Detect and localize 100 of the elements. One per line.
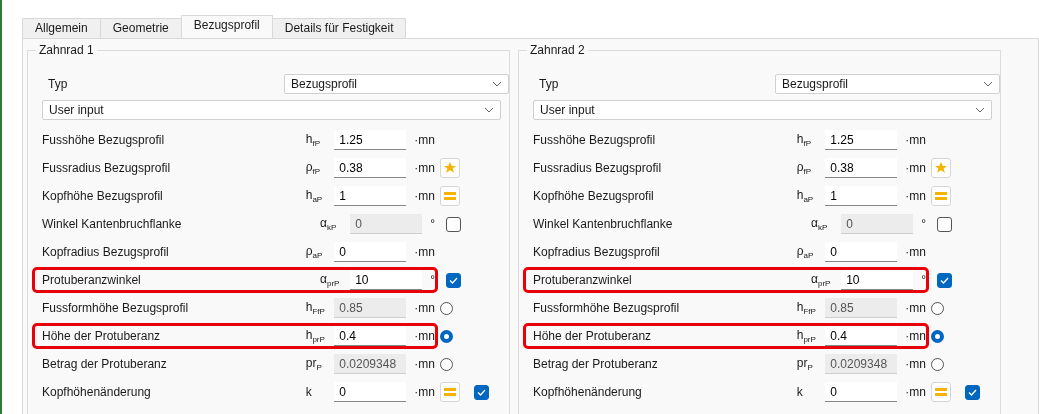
value-field[interactable]: 0 bbox=[334, 382, 407, 402]
field-label: Fussformhöhe Bezugsprofil bbox=[533, 301, 681, 315]
checkbox[interactable] bbox=[446, 272, 461, 288]
field-label: Protuberanzwinkel bbox=[42, 273, 142, 287]
symbol-label: h$_{aP}$ bbox=[305, 187, 324, 205]
field-label: Kopfradius Bezugsprofil bbox=[42, 245, 170, 259]
symbol-label: k bbox=[305, 385, 313, 399]
symbol-label: h$_{fP}$ bbox=[796, 131, 812, 149]
value-field[interactable]: 10 bbox=[350, 270, 423, 290]
unit-label: ·mn bbox=[905, 357, 926, 371]
chevron-down-icon bbox=[484, 107, 494, 113]
unit-label: ·mn bbox=[414, 357, 435, 371]
field-label: Betrag der Protuberanz bbox=[533, 357, 659, 371]
value-field[interactable]: 1 bbox=[825, 186, 898, 206]
tab[interactable]: Bezugsprofil bbox=[180, 15, 273, 38]
field-label: Fusshöhe Bezugsprofil bbox=[533, 133, 657, 147]
symbol-label: h$_{prP}$ bbox=[305, 327, 326, 345]
unit-label: ·mn bbox=[905, 133, 926, 147]
star-button[interactable] bbox=[931, 158, 951, 178]
source-dropdown[interactable]: User input bbox=[533, 100, 992, 120]
unit-label: ·mn bbox=[905, 329, 926, 343]
symbol-label: h$_{fP}$ bbox=[305, 131, 321, 149]
symbol-label: h$_{prP}$ bbox=[796, 327, 817, 345]
symbol-label: α$_{prP}$ bbox=[811, 271, 832, 289]
unit-label: ° bbox=[430, 273, 435, 287]
value-field[interactable]: 0 bbox=[825, 382, 898, 402]
symbol-label: α$_{kP}$ bbox=[320, 215, 338, 233]
star-icon bbox=[443, 161, 457, 175]
check-icon bbox=[968, 388, 977, 396]
group-title: Zahnrad 2 bbox=[529, 43, 586, 57]
field-label: Fussradius Bezugsprofil bbox=[42, 161, 172, 175]
equals-icon bbox=[935, 387, 947, 397]
symbol-label: ρ$_{fP}$ bbox=[305, 159, 322, 177]
value-field[interactable]: 0.4 bbox=[334, 326, 407, 346]
value-field[interactable]: 0 bbox=[825, 242, 898, 262]
unit-label: ·mn bbox=[414, 329, 435, 343]
symbol-label: ρ$_{aP}$ bbox=[796, 243, 815, 261]
group-title: Zahnrad 1 bbox=[38, 43, 95, 57]
value-field[interactable]: 1 bbox=[334, 186, 407, 206]
symbol-label: k bbox=[796, 385, 804, 399]
unit-label: ·mn bbox=[905, 385, 926, 399]
field-label: Kopfhöhe Bezugsprofil bbox=[533, 189, 655, 203]
unit-label: ·mn bbox=[905, 189, 926, 203]
tab[interactable]: Details für Festigkeit bbox=[271, 18, 407, 38]
field-label: Kopfhöhe Bezugsprofil bbox=[42, 189, 164, 203]
unit-label: ·mn bbox=[414, 385, 435, 399]
symbol-label: ρ$_{fP}$ bbox=[796, 159, 813, 177]
tab[interactable]: Geometrie bbox=[99, 18, 182, 38]
symbol-label: h$_{FfP}$ bbox=[796, 299, 817, 317]
value-field[interactable]: 0 bbox=[334, 242, 407, 262]
value-field[interactable]: 0.38 bbox=[334, 158, 407, 178]
unit-label: ° bbox=[921, 273, 926, 287]
source-dropdown[interactable]: User input bbox=[42, 100, 501, 120]
type-dropdown[interactable]: Bezugsprofil bbox=[775, 74, 1000, 94]
equals-icon bbox=[444, 387, 456, 397]
field-label: Fussformhöhe Bezugsprofil bbox=[42, 301, 190, 315]
check-icon bbox=[940, 276, 949, 284]
symbol-label: α$_{prP}$ bbox=[320, 271, 341, 289]
field-label: Protuberanzwinkel bbox=[533, 273, 633, 287]
type-dropdown[interactable]: Bezugsprofil bbox=[284, 74, 509, 94]
value-field[interactable]: 1.25 bbox=[334, 130, 407, 150]
checkbox[interactable] bbox=[937, 272, 952, 288]
field-label: Typ bbox=[538, 77, 560, 91]
value-field[interactable]: 1.25 bbox=[825, 130, 898, 150]
field-label: Winkel Kantenbruchflanke bbox=[533, 217, 674, 231]
unit-label: ·mn bbox=[414, 245, 435, 259]
field-label: Höhe der Protuberanz bbox=[533, 329, 653, 343]
unit-label: ·mn bbox=[905, 301, 926, 315]
unit-label: ° bbox=[430, 217, 435, 231]
unit-label: ° bbox=[921, 217, 926, 231]
radio-button[interactable] bbox=[440, 329, 453, 343]
equals-icon bbox=[935, 191, 947, 201]
chevron-down-icon bbox=[492, 81, 502, 87]
unit-label: ·mn bbox=[414, 301, 435, 315]
symbol-label: h$_{FfP}$ bbox=[305, 299, 326, 317]
radio-button[interactable] bbox=[931, 329, 944, 343]
value-field[interactable]: 0.38 bbox=[825, 158, 898, 178]
symbol-label: pr$_{P}$ bbox=[796, 355, 814, 373]
unit-label: ·mn bbox=[414, 189, 435, 203]
unit-label: ·mn bbox=[414, 161, 435, 175]
unit-label: ·mn bbox=[905, 245, 926, 259]
field-label: Kopfhöhenänderung bbox=[533, 385, 643, 399]
unit-label: ·mn bbox=[414, 133, 435, 147]
symbol-label: α$_{kP}$ bbox=[811, 215, 829, 233]
star-icon bbox=[934, 161, 948, 175]
field-label: Fussradius Bezugsprofil bbox=[533, 161, 663, 175]
value-field[interactable]: 0.4 bbox=[825, 326, 898, 346]
equals-icon bbox=[444, 191, 456, 201]
unit-label: ·mn bbox=[905, 161, 926, 175]
check-icon bbox=[477, 388, 486, 396]
star-button[interactable] bbox=[440, 158, 460, 178]
chevron-down-icon bbox=[983, 81, 993, 87]
check-icon bbox=[449, 276, 458, 284]
checkbox[interactable] bbox=[474, 384, 489, 400]
tab[interactable]: Allgemein bbox=[22, 18, 101, 38]
symbol-label: h$_{aP}$ bbox=[796, 187, 815, 205]
field-label: Kopfradius Bezugsprofil bbox=[533, 245, 661, 259]
checkbox[interactable] bbox=[965, 384, 980, 400]
chevron-down-icon bbox=[975, 107, 985, 113]
value-field[interactable]: 10 bbox=[841, 270, 914, 290]
